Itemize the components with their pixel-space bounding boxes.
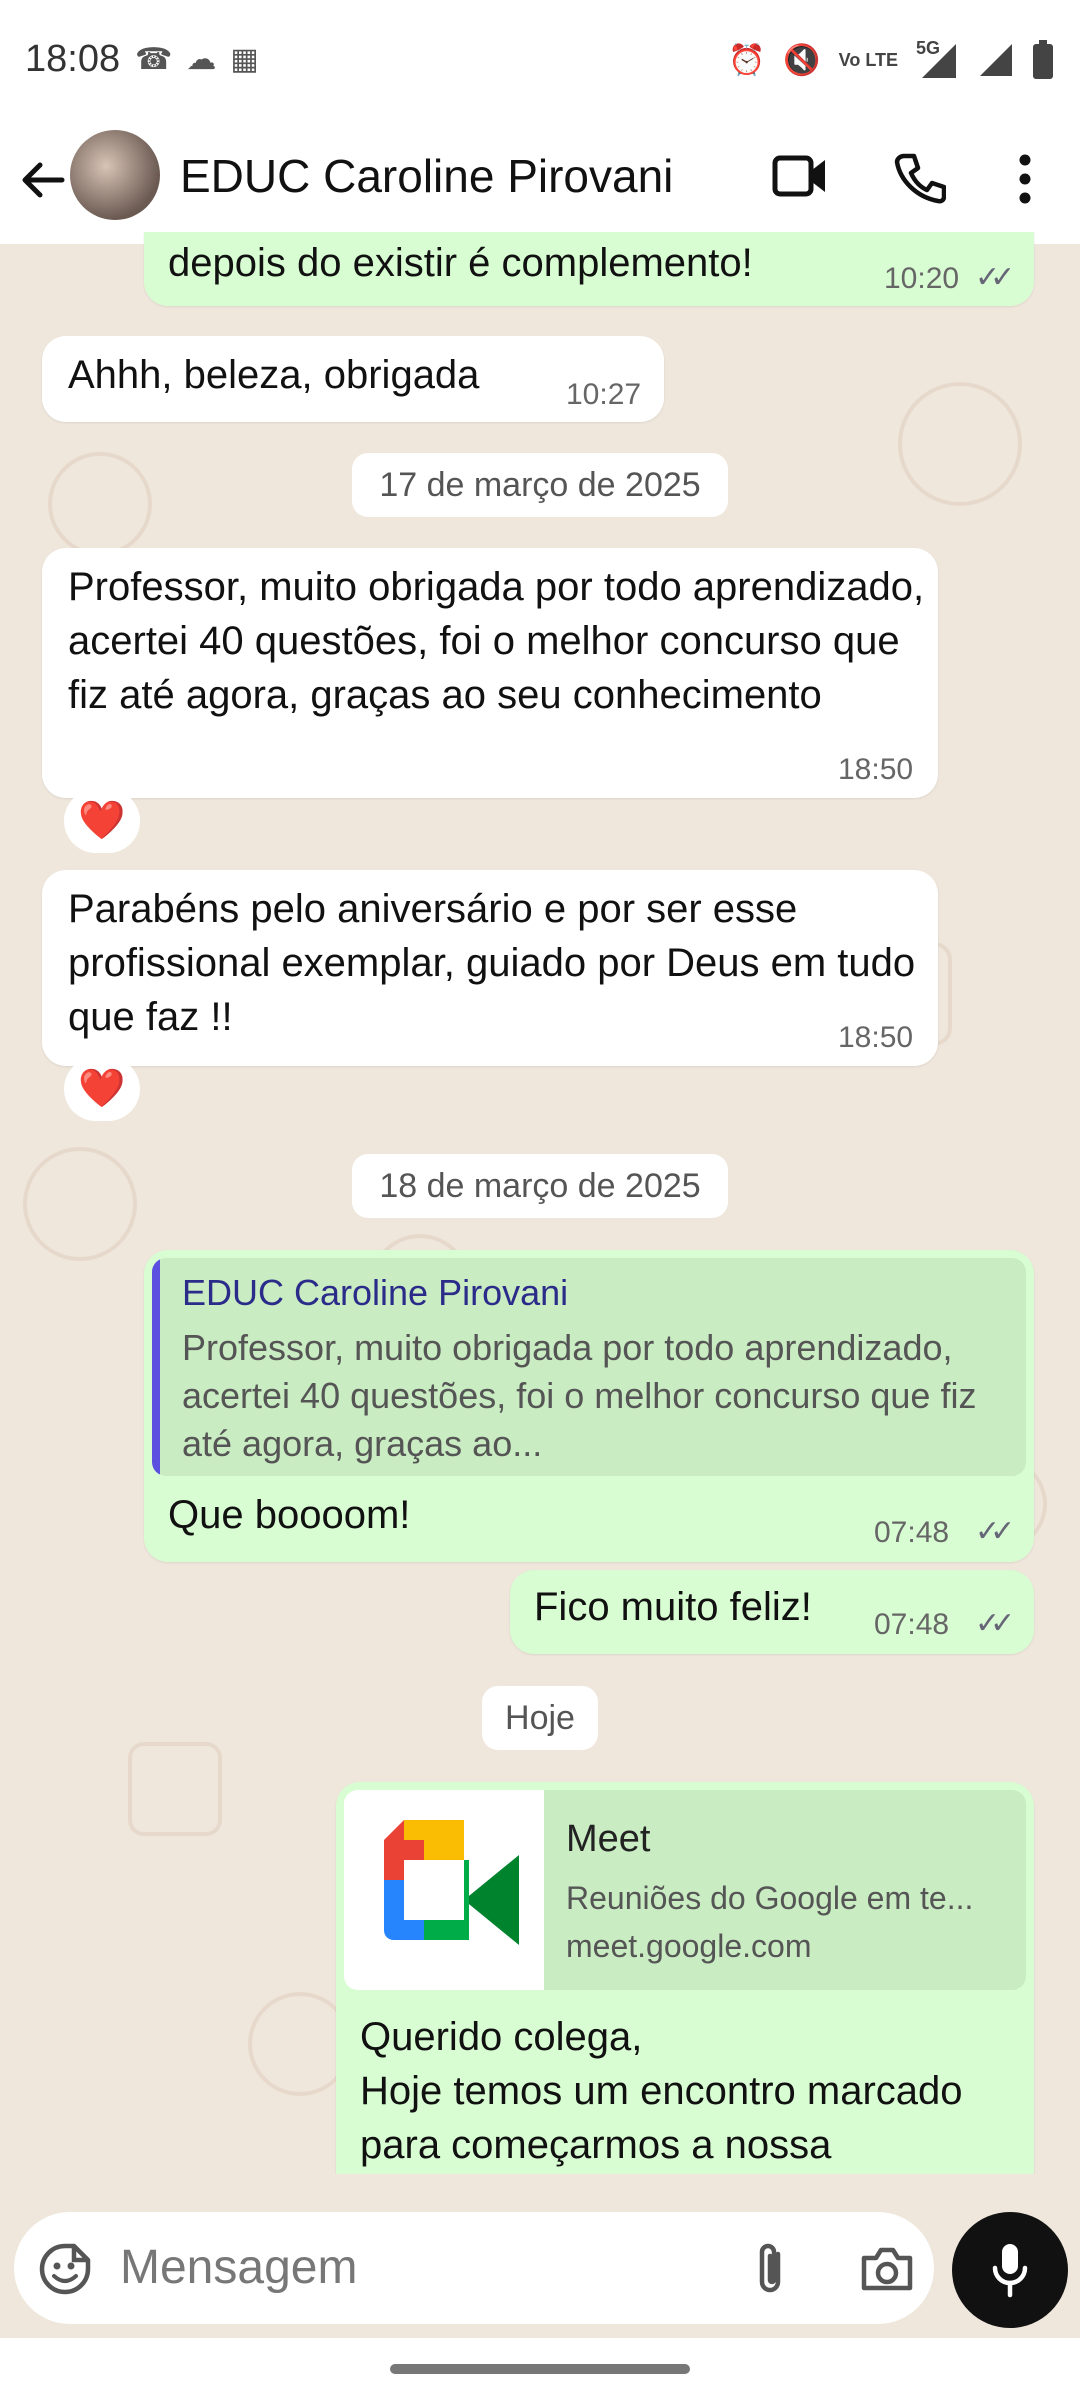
- network-label: 5G: [916, 40, 940, 58]
- quote-accent-bar: [152, 1258, 160, 1476]
- video-call-icon[interactable]: [772, 152, 828, 200]
- read-receipt-icon: ✓✓: [975, 1607, 1015, 1640]
- contact-avatar[interactable]: [70, 130, 160, 220]
- message-text: Fico muito feliz!: [534, 1585, 812, 1629]
- date-separator: 18 de março de 2025: [352, 1154, 728, 1218]
- message-time: 07:48: [874, 1608, 950, 1641]
- date-separator: 17 de março de 2025: [352, 453, 728, 517]
- message-text: Professor, muito obrigada por todo apren…: [68, 565, 925, 717]
- reaction-heart[interactable]: ❤️: [64, 1057, 140, 1121]
- alarm-icon: ⏰: [727, 43, 766, 77]
- status-time: 18:08: [25, 38, 121, 80]
- contact-name[interactable]: EDUC Caroline Pirovani: [180, 149, 673, 203]
- message-time: 10:20: [884, 262, 960, 295]
- message-input-placeholder: Mensagem: [120, 2241, 358, 2294]
- status-bar: 18:08 ☎☁▦ ⏰ 🔇 Vo LTE 5G: [0, 0, 1080, 124]
- notification-icons: ☎☁▦: [135, 42, 273, 77]
- attach-icon[interactable]: [752, 2240, 788, 2298]
- message-text: Parabéns pelo aniversário e por ser esse…: [68, 887, 916, 1039]
- link-url: meet.google.com: [566, 1928, 812, 1964]
- volte-label: Vo LTE: [838, 50, 898, 70]
- date-separator: Hoje: [482, 1686, 598, 1750]
- voice-call-icon[interactable]: [894, 152, 946, 204]
- message-time: 18:50: [838, 1021, 914, 1054]
- back-arrow-icon[interactable]: [18, 150, 68, 210]
- app-icon: ☁: [186, 43, 231, 76]
- quoted-message[interactable]: EDUC Caroline Pirovani Professor, muito …: [152, 1258, 1026, 1476]
- link-preview[interactable]: Meet Reuniões do Google em te... meet.go…: [344, 1790, 1026, 1990]
- home-gesture-handle[interactable]: [390, 2364, 690, 2374]
- missed-call-icon: ☎: [135, 43, 187, 76]
- food-app-icon: ▦: [230, 43, 273, 76]
- camera-icon[interactable]: [860, 2246, 914, 2292]
- battery-icon: [1033, 40, 1053, 79]
- link-title: Meet: [566, 1818, 651, 1860]
- google-meet-logo: [344, 1790, 544, 1990]
- mute-icon: 🔇: [783, 43, 821, 77]
- quote-author: EDUC Caroline Pirovani: [182, 1272, 569, 1313]
- sticker-emoji-icon[interactable]: [38, 2242, 92, 2296]
- message-time: 18:50: [838, 753, 914, 786]
- read-receipt-icon: ✓✓: [975, 1515, 1015, 1548]
- message-text: depois do existir é complemento!: [168, 241, 753, 285]
- status-indicators: ⏰ 🔇 Vo LTE 5G: [728, 40, 1054, 80]
- signal-icon: [980, 44, 1012, 76]
- quote-text: Professor, muito obrigada por todo apren…: [182, 1327, 977, 1464]
- message-text: Ahhh, beleza, obrigada: [68, 353, 480, 397]
- signal-5g-icon: 5G: [916, 40, 956, 78]
- microphone-icon: [992, 2244, 1028, 2298]
- more-options-icon[interactable]: [1015, 152, 1035, 206]
- message-text: Que boooom!: [168, 1493, 411, 1537]
- link-description: Reuniões do Google em te...: [566, 1880, 974, 1916]
- reaction-heart[interactable]: ❤️: [64, 789, 140, 853]
- message-time: 10:27: [566, 378, 642, 411]
- read-receipt-icon: ✓✓: [975, 261, 1015, 294]
- voice-record-button[interactable]: [952, 2212, 1068, 2328]
- message-time: 07:48: [874, 1516, 950, 1549]
